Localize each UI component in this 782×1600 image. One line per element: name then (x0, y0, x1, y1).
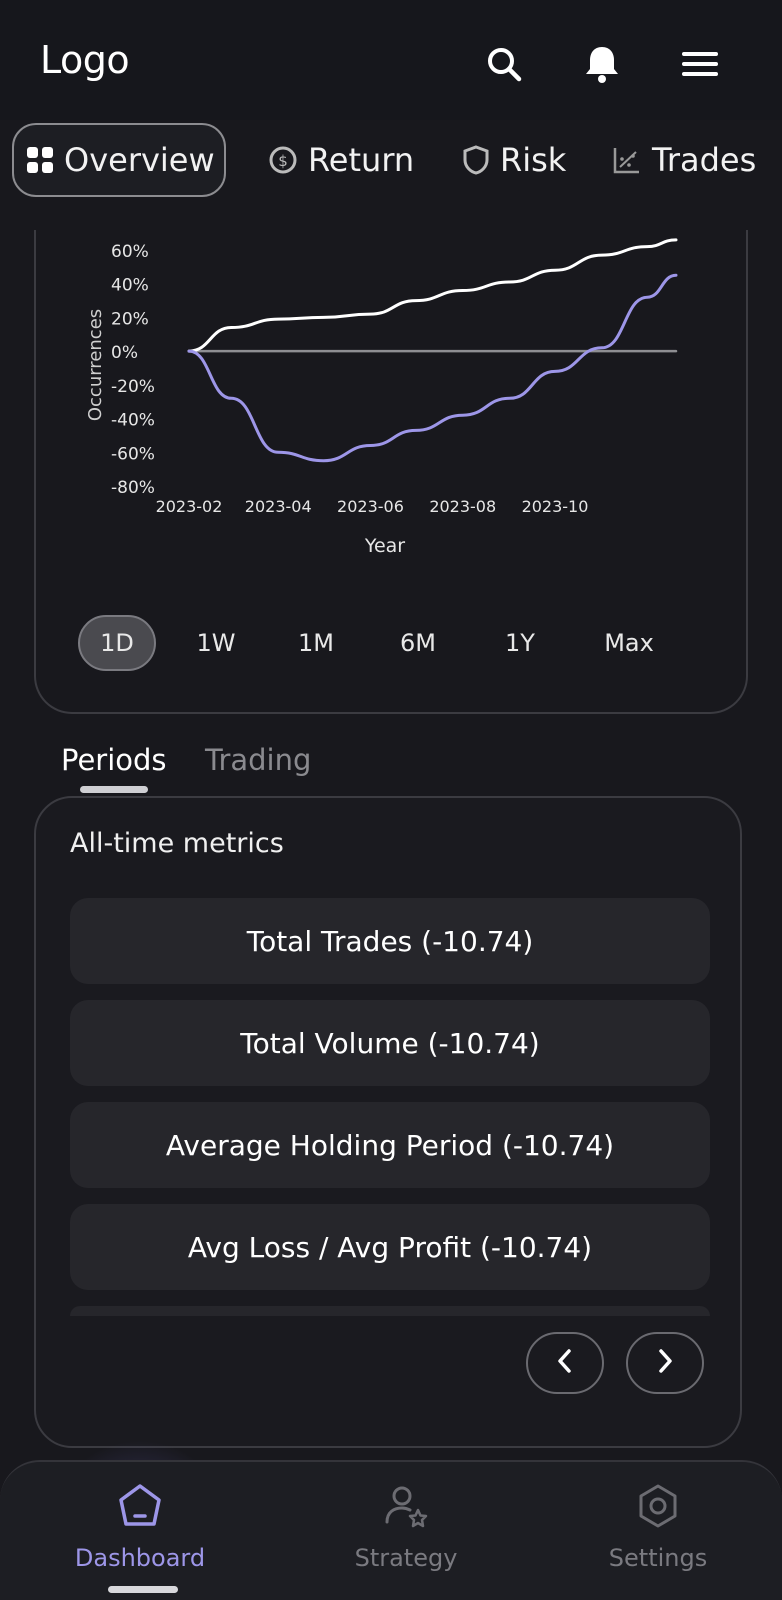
subtab-trading[interactable]: Trading (205, 743, 311, 777)
menu-icon[interactable] (678, 42, 722, 86)
scatter-chart-icon (612, 145, 642, 175)
user-star-icon (382, 1482, 430, 1534)
subtab-periods[interactable]: Periods (61, 743, 167, 777)
metric-row-partial (70, 1306, 710, 1316)
metric-row[interactable]: Total Trades (-10.74) (70, 898, 710, 984)
chart-card: 60% 40% 20% 0% -20% -40% -60% -80% 2023-02 2023-0… (34, 230, 748, 714)
range-max[interactable]: Max (584, 615, 674, 671)
y-axis-label: Occurrences (85, 309, 106, 421)
search-icon[interactable] (482, 42, 526, 86)
x-tick-label: 2023-06 (337, 497, 404, 516)
nav-label: Dashboard (74, 1544, 206, 1572)
nav-label: Strategy (354, 1544, 458, 1572)
next-button[interactable] (626, 1332, 704, 1394)
metric-row[interactable]: Total Volume (-10.74) (70, 1000, 710, 1086)
metrics-card: All-time metrics Total Trades (-10.74) T… (34, 796, 742, 1448)
y-tick-label: 40% (111, 276, 149, 296)
range-1w[interactable]: 1W (176, 615, 256, 671)
section-tabs: Overview $ Return Risk Trades (0, 120, 782, 230)
coin-return-icon: $ (268, 145, 298, 175)
tab-label: Return (308, 141, 415, 179)
svg-text:$: $ (278, 152, 288, 170)
performance-chart: 60% 40% 20% 0% -20% -40% -60% -80%2023-02 2023-0… (85, 238, 678, 557)
tab-overview[interactable]: Overview (12, 123, 226, 197)
metric-row[interactable]: Avg Loss / Avg Profit (-10.74) (70, 1204, 710, 1290)
y-tick-label: 20% (111, 309, 149, 329)
home-pentagon-icon (116, 1482, 164, 1534)
range-1d[interactable]: 1D (78, 615, 156, 671)
bottom-nav: Dashboard Strategy Settings (0, 1460, 782, 1600)
active-subtab-indicator (80, 786, 148, 793)
y-tick-label: -80% (111, 478, 155, 498)
grid-icon (26, 146, 54, 174)
metrics-title: All-time metrics (70, 828, 284, 859)
series-line-1 (187, 273, 678, 463)
chevron-right-icon (654, 1348, 676, 1378)
range-6m[interactable]: 6M (378, 615, 458, 671)
metric-row[interactable]: Average Holding Period (-10.74) (70, 1102, 710, 1188)
nav-dashboard[interactable]: Dashboard (50, 1482, 230, 1572)
tab-return[interactable]: $ Return (268, 123, 414, 197)
tab-label: Risk (500, 141, 567, 179)
hexagon-settings-icon (634, 1482, 682, 1534)
range-1m[interactable]: 1M (276, 615, 356, 671)
y-tick-label: -40% (111, 411, 155, 431)
app-header: Logo (0, 0, 782, 120)
prev-button[interactable] (526, 1332, 604, 1394)
bell-icon[interactable] (580, 42, 624, 86)
nav-label: Settings (608, 1544, 708, 1572)
series-line-0 (187, 238, 678, 353)
shield-icon (462, 145, 490, 175)
logo[interactable]: Logo (40, 38, 130, 82)
tab-label: Overview (64, 141, 215, 179)
x-tick-label: 2023-10 (522, 497, 589, 516)
home-indicator (108, 1586, 178, 1593)
x-axis-label: Year (364, 535, 405, 557)
chevron-left-icon (554, 1348, 576, 1378)
y-tick-label: 0% (111, 343, 138, 363)
y-tick-label: -60% (111, 444, 155, 464)
tab-risk[interactable]: Risk (462, 123, 566, 197)
y-tick-label: -20% (111, 377, 155, 397)
tab-label: Trades (652, 141, 757, 179)
x-tick-label: 2023-08 (429, 497, 496, 516)
x-tick-label: 2023-04 (245, 497, 312, 516)
time-range-selector: 1D 1W 1M 6M 1Y Max (36, 615, 750, 675)
x-tick-label: 2023-02 (156, 497, 223, 516)
y-tick-label: 60% (111, 242, 149, 262)
range-1y[interactable]: 1Y (480, 615, 560, 671)
nav-strategy[interactable]: Strategy (316, 1482, 496, 1572)
nav-settings[interactable]: Settings (568, 1482, 748, 1572)
tab-trades[interactable]: Trades (612, 123, 756, 197)
